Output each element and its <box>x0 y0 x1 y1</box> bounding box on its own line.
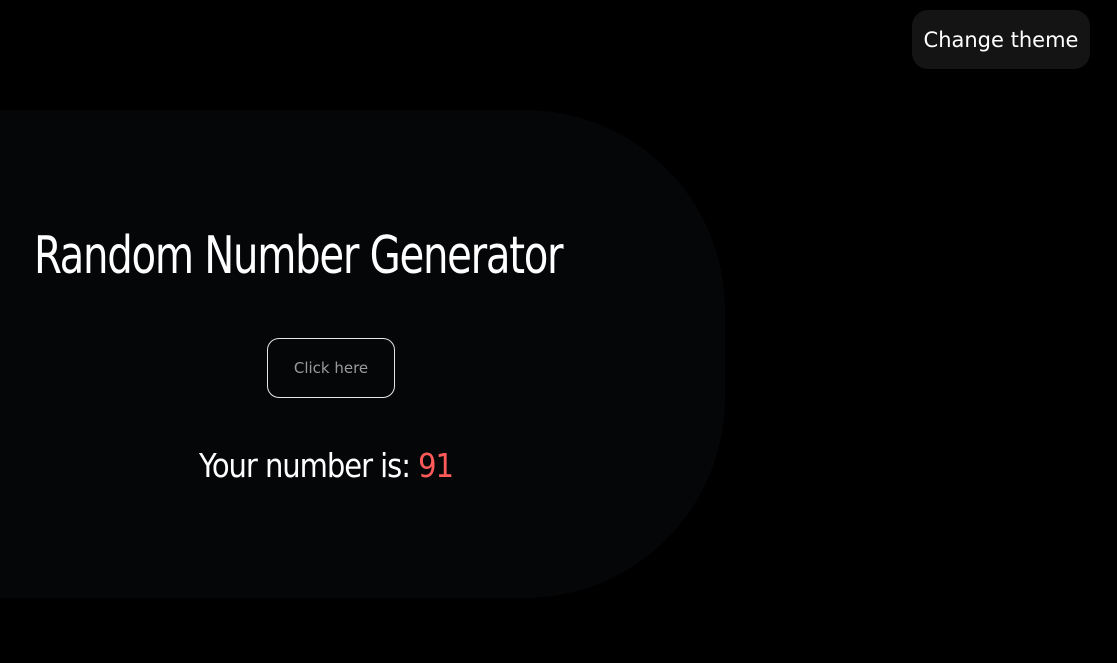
page-title: Random Number Generator <box>34 226 564 286</box>
result-label: Your number is: <box>199 446 419 485</box>
generate-number-button[interactable]: Click here <box>267 338 395 398</box>
page: Change theme Random Number Generator Cli… <box>0 0 1117 663</box>
result-text: Your number is: 91 <box>199 444 454 488</box>
result-number: 91 <box>418 446 454 485</box>
change-theme-button[interactable]: Change theme <box>912 10 1090 69</box>
